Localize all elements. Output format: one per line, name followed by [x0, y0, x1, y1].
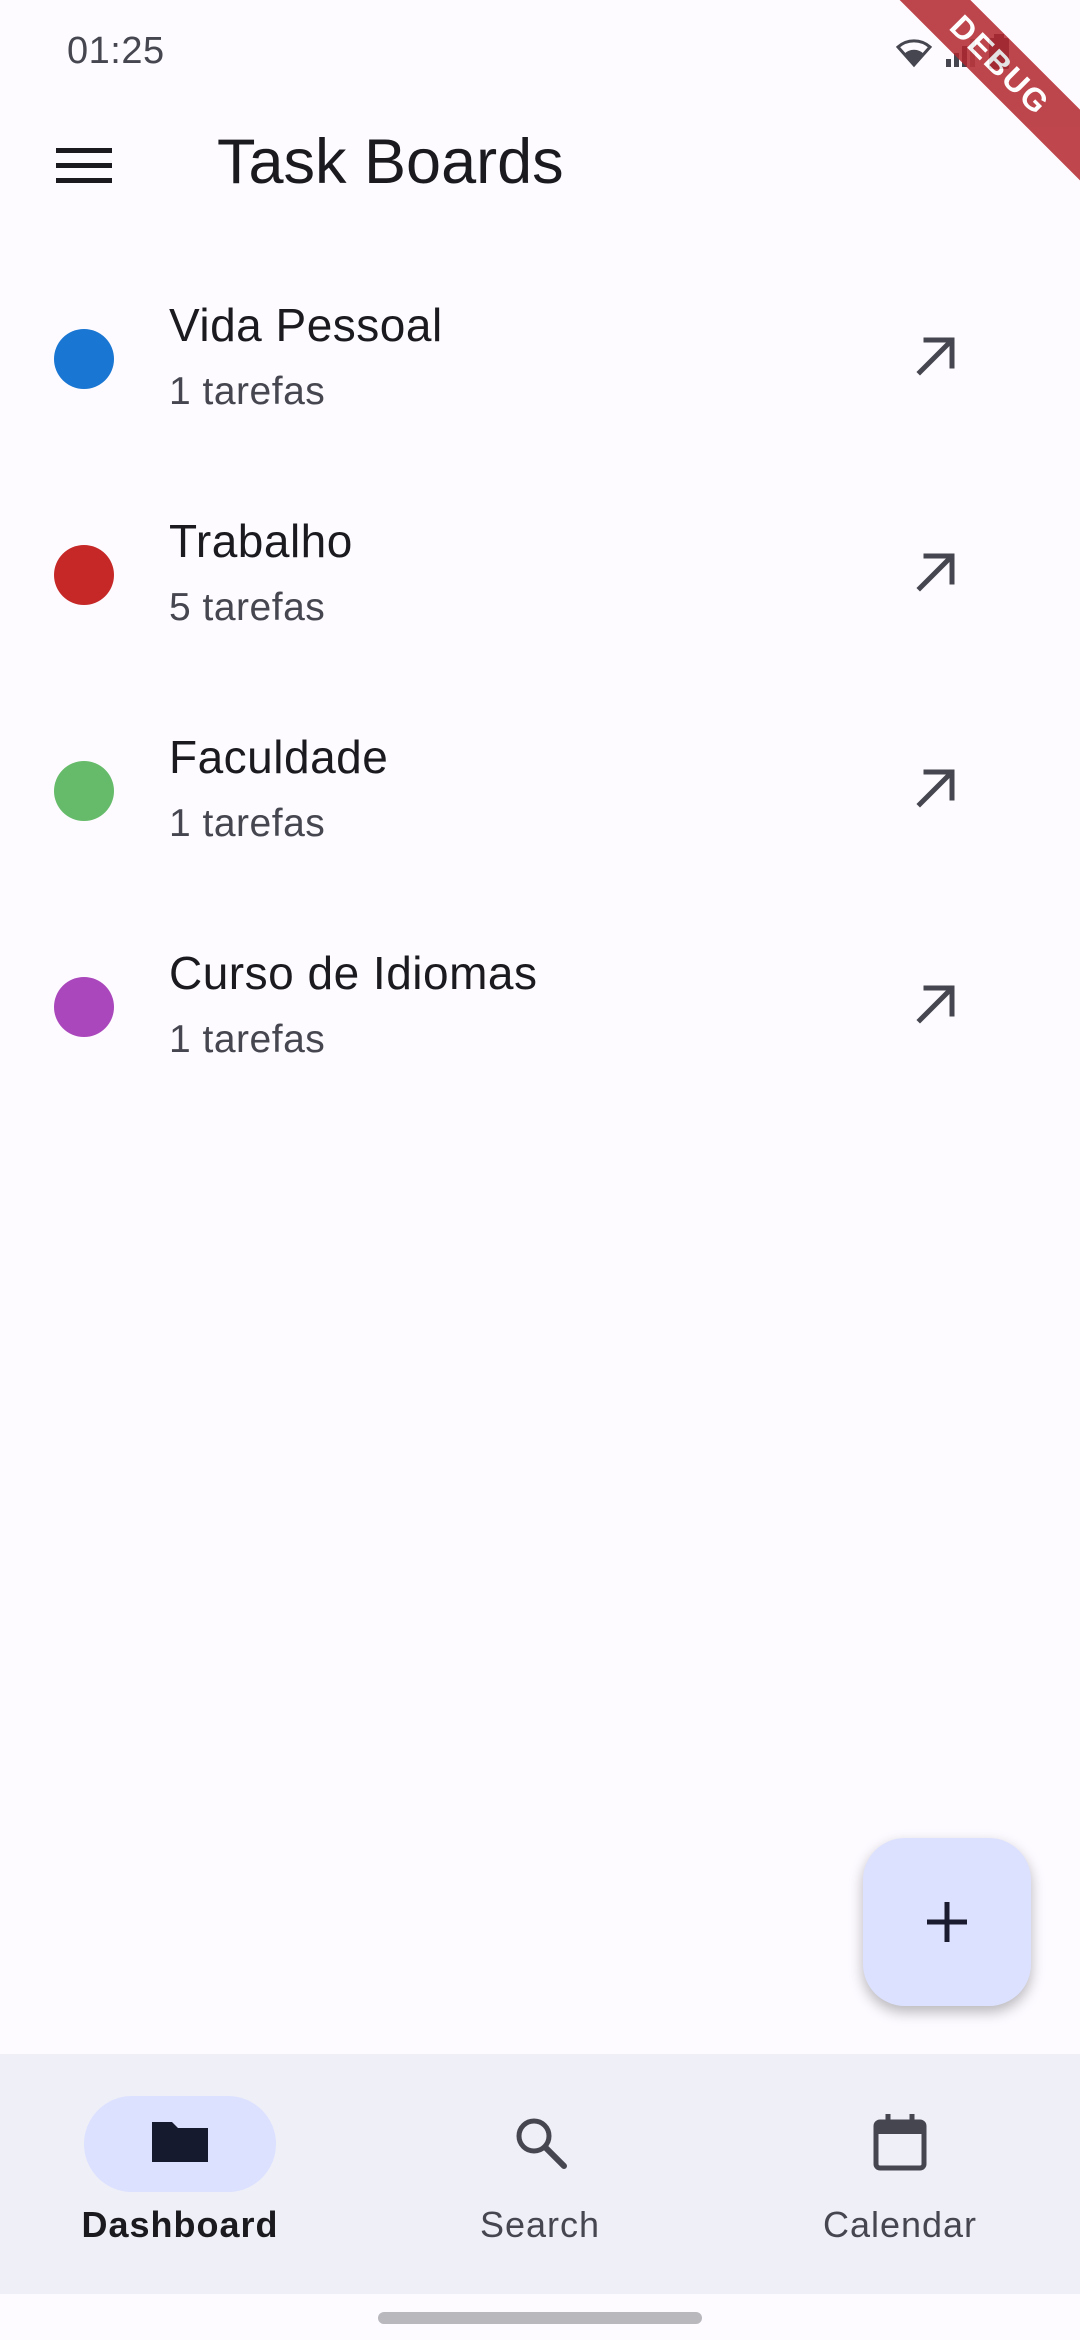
- menu-button[interactable]: [50, 137, 118, 193]
- board-color-dot: [54, 761, 114, 821]
- search-icon: [516, 2118, 567, 2169]
- board-name: Curso de Idiomas: [169, 947, 538, 999]
- nav-label-calendar: Calendar: [822, 2204, 978, 2245]
- board-name: Vida Pessoal: [169, 299, 443, 351]
- board-item[interactable]: Faculdade 1 tarefas: [0, 700, 1080, 916]
- nav-item-calendar[interactable]: Calendar: [720, 2054, 1080, 2294]
- hamburger-menu-icon: [56, 147, 112, 153]
- board-item[interactable]: Trabalho 5 tarefas: [0, 484, 1080, 700]
- open-arrow-icon[interactable]: [908, 760, 964, 816]
- board-task-count: 1 tarefas: [169, 802, 326, 845]
- plus-icon: [927, 1902, 967, 1942]
- board-name: Trabalho: [169, 515, 353, 567]
- nav-item-search[interactable]: Search: [360, 2054, 720, 2294]
- add-board-button[interactable]: [863, 1838, 1031, 2006]
- calendar-icon: [873, 2114, 927, 2171]
- board-list: Vida Pessoal 1 tarefas Trabalho 5 tarefa…: [0, 268, 1080, 1132]
- app-bar: Task Boards: [0, 100, 1080, 230]
- page-title: Task Boards: [217, 127, 564, 197]
- board-task-count: 1 tarefas: [169, 370, 326, 413]
- open-arrow-icon[interactable]: [908, 976, 964, 1032]
- board-color-dot: [54, 545, 114, 605]
- board-color-dot: [54, 329, 114, 389]
- nav-label-search: Search: [479, 2204, 601, 2245]
- status-time: 01:25: [67, 30, 165, 72]
- nav-label-dashboard: Dashboard: [81, 2204, 279, 2245]
- board-item[interactable]: Curso de Idiomas 1 tarefas: [0, 916, 1080, 1132]
- gesture-handle: [378, 2312, 702, 2324]
- wifi-icon: [895, 39, 933, 68]
- screen: 01:25 DEBUG Task Boards Vida Pessoal 1 t…: [0, 0, 1080, 2340]
- nav-item-dashboard[interactable]: Dashboard: [0, 2054, 360, 2294]
- board-task-count: 1 tarefas: [169, 1018, 326, 1061]
- open-arrow-icon[interactable]: [908, 544, 964, 600]
- board-item[interactable]: Vida Pessoal 1 tarefas: [0, 268, 1080, 484]
- board-color-dot: [54, 977, 114, 1037]
- folder-icon: [152, 2122, 208, 2162]
- board-task-count: 5 tarefas: [169, 586, 326, 629]
- board-name: Faculdade: [169, 731, 389, 783]
- bottom-navigation: Dashboard Search Calendar: [0, 2054, 1080, 2294]
- open-arrow-icon[interactable]: [908, 328, 964, 384]
